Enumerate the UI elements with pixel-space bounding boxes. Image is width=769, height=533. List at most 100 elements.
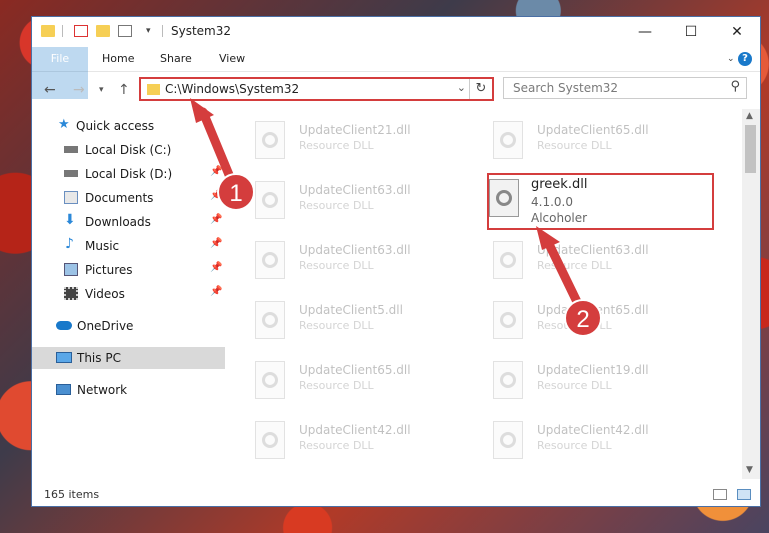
- dll-file-icon: [255, 361, 285, 399]
- sidebar-item-pictures[interactable]: Pictures 📌: [32, 259, 225, 281]
- address-path[interactable]: C:\Windows\System32: [165, 82, 299, 96]
- sidebar-item-label: Quick access: [76, 119, 155, 133]
- sidebar-item-downloads[interactable]: ⬇ Downloads 📌: [32, 211, 225, 233]
- details-view-icon[interactable]: [713, 489, 727, 500]
- sidebar-item-label: OneDrive: [77, 319, 134, 333]
- help-icon[interactable]: ?: [738, 52, 752, 66]
- sidebar-item-label: Music: [85, 239, 120, 253]
- search-icon[interactable]: ⚲: [730, 79, 740, 94]
- list-item[interactable]: UpdateClient5.dll Resource DLL: [227, 295, 455, 347]
- sidebar-item-label: Pictures: [85, 263, 133, 277]
- ribbon: File Home Share View ⌄ ?: [32, 47, 760, 99]
- sidebar-item-network[interactable]: Network: [32, 379, 225, 401]
- sidebar-item-label: Downloads: [85, 215, 151, 229]
- sidebar-item-label: Documents: [85, 191, 154, 205]
- dll-file-icon: [255, 121, 285, 159]
- file-description: Resource DLL: [537, 259, 612, 272]
- highlight-box: [487, 173, 714, 230]
- download-icon: ⬇: [64, 212, 76, 228]
- up-arrow-icon[interactable]: ↑: [118, 82, 130, 98]
- step-1-callout: 1: [217, 173, 255, 211]
- window-title: System32: [171, 24, 232, 38]
- expand-ribbon-icon[interactable]: ⌄: [727, 47, 735, 71]
- list-item[interactable]: UpdateClient63.dll Resource DLL: [465, 235, 693, 287]
- list-item[interactable]: UpdateClient42.dll Resource DLL: [465, 415, 693, 467]
- file-name: UpdateClient42.dll: [537, 423, 649, 437]
- star-icon: ★: [58, 117, 70, 132]
- list-item[interactable]: UpdateClient63.dll Resource DLL: [227, 235, 455, 287]
- dll-file-icon: [255, 181, 285, 219]
- pin-icon[interactable]: 📌: [210, 238, 222, 249]
- file-name: UpdateClient63.dll: [299, 243, 411, 257]
- new-folder-icon[interactable]: [96, 25, 110, 37]
- folder-icon: [41, 25, 55, 37]
- tab-share[interactable]: Share: [160, 47, 192, 71]
- navigation-pane: ★ Quick access Local Disk (C:) Local Dis…: [32, 109, 225, 479]
- back-arrow-icon[interactable]: ←: [44, 82, 56, 98]
- dll-file-icon: [493, 301, 523, 339]
- file-description: Resource DLL: [299, 199, 374, 212]
- sidebar-item-music[interactable]: ♪ Music 📌: [32, 235, 225, 257]
- pin-icon[interactable]: 📌: [210, 166, 222, 177]
- sidebar-item-local-disk-c[interactable]: Local Disk (C:): [32, 139, 225, 161]
- dll-file-icon: [255, 421, 285, 459]
- drive-icon: [64, 146, 78, 153]
- close-button[interactable]: ✕: [714, 17, 760, 47]
- file-name: UpdateClient65.dll: [299, 363, 411, 377]
- sidebar-item-local-disk-d[interactable]: Local Disk (D:) 📌: [32, 163, 225, 185]
- refresh-button[interactable]: ↻: [469, 79, 492, 99]
- scrollbar-thumb[interactable]: [745, 125, 756, 173]
- network-icon: [56, 384, 71, 395]
- minimize-button[interactable]: —: [622, 17, 668, 47]
- list-item[interactable]: UpdateClient21.dll Resource DLL: [227, 115, 455, 167]
- vertical-scrollbar[interactable]: ▲ ▼: [742, 109, 760, 479]
- file-description: Resource DLL: [537, 439, 612, 452]
- list-item[interactable]: UpdateClient65.dll Resource DLL: [465, 115, 693, 167]
- scroll-down-icon[interactable]: ▼: [746, 465, 753, 475]
- scroll-up-icon[interactable]: ▲: [746, 111, 753, 121]
- recent-locations-icon[interactable]: ▾: [99, 85, 104, 95]
- address-bar[interactable]: C:\Windows\System32 ⌄ ↻: [139, 77, 494, 101]
- sidebar-item-quick-access[interactable]: ★ Quick access: [32, 115, 225, 137]
- file-description: Resource DLL: [537, 379, 612, 392]
- folder-icon: [147, 84, 160, 95]
- search-box[interactable]: Search System32 ⚲: [503, 77, 747, 99]
- list-item[interactable]: UpdateClient42.dll Resource DLL: [227, 415, 455, 467]
- tab-view[interactable]: View: [219, 47, 245, 71]
- pin-icon[interactable]: 📌: [210, 262, 222, 273]
- list-item[interactable]: UpdateClient19.dll Resource DLL: [465, 355, 693, 407]
- file-name: UpdateClient42.dll: [299, 423, 411, 437]
- pictures-icon: [64, 263, 78, 276]
- file-description: Resource DLL: [537, 139, 612, 152]
- file-name: UpdateClient63.dll: [537, 243, 649, 257]
- file-description: Resource DLL: [299, 439, 374, 452]
- sidebar-item-this-pc[interactable]: This PC: [32, 347, 225, 369]
- list-item[interactable]: UpdateClient65.dll Resource DLL: [227, 355, 455, 407]
- dll-file-icon: [493, 241, 523, 279]
- sidebar-item-label: Videos: [85, 287, 125, 301]
- chevron-down-icon[interactable]: ⌄: [457, 81, 466, 94]
- customize-icon[interactable]: [118, 25, 132, 37]
- sidebar-item-videos[interactable]: Videos 📌: [32, 283, 225, 305]
- sidebar-item-onedrive[interactable]: OneDrive: [32, 315, 225, 337]
- large-icons-view-icon[interactable]: [737, 489, 751, 500]
- documents-icon: [64, 191, 78, 204]
- search-input[interactable]: Search System32: [513, 81, 618, 95]
- computer-icon: [56, 352, 72, 363]
- tab-home[interactable]: Home: [102, 47, 134, 71]
- status-bar: 165 items: [32, 484, 760, 506]
- pin-icon[interactable]: 📌: [210, 286, 222, 297]
- pin-icon[interactable]: 📌: [210, 214, 222, 225]
- file-description: Resource DLL: [299, 139, 374, 152]
- maximize-button[interactable]: ☐: [668, 17, 714, 47]
- explorer-window: ▾ System32 — ☐ ✕ File Home Share View ⌄ …: [31, 16, 761, 507]
- sidebar-item-documents[interactable]: Documents 📌: [32, 187, 225, 209]
- navigation-bar: ← → ▾ ↑ C:\Windows\System32 ⌄ ↻ Search S…: [32, 72, 760, 108]
- cloud-icon: [56, 321, 72, 330]
- forward-arrow-icon[interactable]: →: [73, 82, 85, 98]
- dll-file-icon: [255, 301, 285, 339]
- sidebar-item-label: Local Disk (C:): [85, 143, 172, 157]
- list-item[interactable]: UpdateClient63.dll Resource DLL: [227, 175, 455, 227]
- chevron-down-icon[interactable]: ▾: [146, 26, 160, 38]
- properties-icon[interactable]: [74, 25, 88, 37]
